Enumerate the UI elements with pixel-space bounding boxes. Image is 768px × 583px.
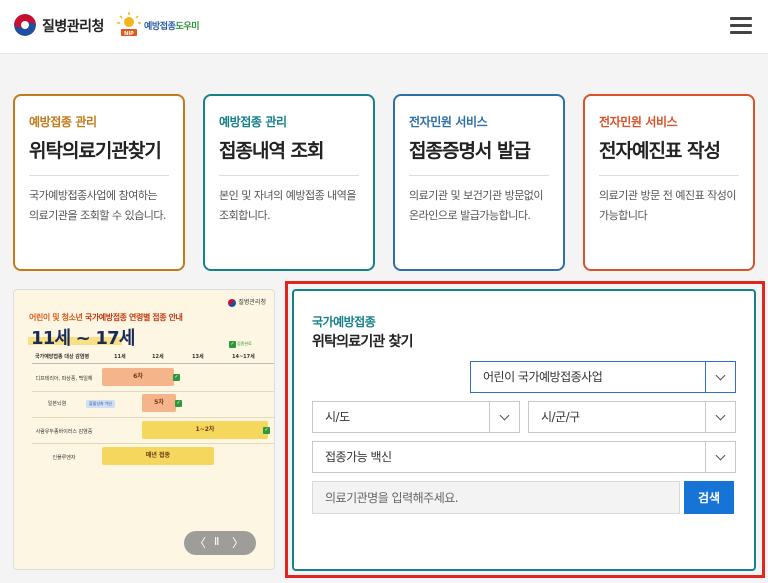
kdca-name[interactable]: 질병관리청 [42,16,104,36]
banner-subtitle-b: 국가예방접종 연령별 접종 안내 [84,313,183,322]
card-category: 예방접종 관리 [29,115,97,129]
card-category: 전자민원 서비스 [409,115,488,129]
header-disease: 국가예방접종 대상 감염병 [35,354,90,360]
card-title: 접종내역 조회 [219,140,325,162]
site-header: 질병관리청 NIP 예방접종도우미 [0,0,768,54]
header-age: 11세 [114,354,126,360]
header-age: 13세 [192,354,204,360]
banner-subtitle-a: 어린이 및 청소년 [29,313,85,322]
kdca-logo-icon[interactable] [14,14,36,36]
card-divider [599,175,739,176]
header-age: 14~17세 [232,354,255,360]
pause-icon[interactable]: Ⅱ [214,535,219,548]
hospital-name-input[interactable] [312,481,680,514]
chevron-down-icon [705,442,735,472]
card-description: 의료기관 및 보건기관 방문없이 온라인으로 발급가능합니다. [409,189,544,222]
card-title: 전자예진표 작성 [599,140,721,162]
prev-slide-icon[interactable]: 〈 [194,534,206,551]
vaccine-type-tag: 불활성화 백신 [86,400,116,408]
card-category: 예방접종 관리 [219,115,287,129]
row-divider [32,417,274,418]
card-divider [29,175,169,176]
banner-kdca-logo: 질병관리청 [228,297,266,307]
row-disease-label: 일본뇌염 [47,401,67,407]
card-title: 접종증명서 발급 [409,140,531,162]
program-select[interactable]: 어린이 국가예방접종사업 [470,361,736,393]
sido-select[interactable]: 시/도 [312,401,520,433]
banner-logo-text: 질병관리청 [238,299,266,306]
banner-subtitle: 어린이 및 청소년 국가예방접종 연령별 접종 안내 [29,312,183,323]
chevron-down-icon [705,362,735,392]
schedule-bar: 5차 [142,394,176,412]
vaccine-select-value: 접종가능 백신 [325,450,392,464]
schedule-table-header: 국가예방접종 대상 감염병 11세 12세 13세 14~17세 [32,352,274,364]
row-disease-label: 사람유두종바이러스 감염증 [35,429,93,435]
card-hospital-search[interactable]: 예방접종 관리 위탁의료기관찾기 국가예방접종사업에 참여하는 의료기관을 조회… [13,94,185,271]
nip-logo-icon[interactable]: NIP [117,12,141,38]
carousel-controls: 〈 Ⅱ 〉 [184,531,256,555]
sigungu-select[interactable]: 시/군/구 [528,401,736,433]
program-select-value: 어린이 국가예방접종사업 [483,370,603,384]
search-button[interactable]: 검색 [684,481,734,514]
check-icon: ✓ [263,427,270,434]
banner-legend-text: 접종완료 [237,341,252,346]
card-divider [409,175,549,176]
kdca-logo-icon [228,298,237,307]
sido-select-value: 시/도 [325,410,350,424]
check-icon: ✓ [229,341,236,348]
chevron-down-icon [705,402,735,432]
row-disease-label: 디프테리아, 파상풍, 백일해 [35,376,93,382]
check-icon: ✓ [175,400,182,407]
card-divider [219,175,359,176]
header-age: 12세 [152,354,164,360]
svg-text:NIP: NIP [124,31,134,37]
row-divider [32,443,274,444]
row-divider [32,391,274,392]
schedule-bar: 매년 접종 [102,447,214,465]
schedule-bar: 1~2차 [142,421,268,439]
banner-title: 11세 ~ 17세 [31,328,135,349]
schedule-bar: 6차 [102,368,174,386]
card-title: 위탁의료기관찾기 [29,140,162,162]
banner-legend: ✓ 접종완료 [229,341,252,348]
nip-name[interactable]: 예방접종도우미 [144,19,200,32]
card-e-questionnaire[interactable]: 전자민원 서비스 전자예진표 작성 의료기관 방문 전 예진표 작성이 가능합니… [583,94,755,271]
card-description: 국가예방접종사업에 참여하는 의료기관을 조회할 수 있습니다. [29,189,167,222]
hamburger-menu-icon[interactable] [730,17,752,35]
vaccination-schedule-banner[interactable]: 질병관리청 어린이 및 청소년 국가예방접종 연령별 접종 안내 11세 ~ 1… [13,289,275,570]
nip-name-main: 예방접종 [144,22,176,32]
hospital-search-panel: 국가예방접종 위탁의료기관 찾기 어린이 국가예방접종사업 시/도 시/군/구 … [292,289,756,571]
sigungu-select-value: 시/군/구 [541,410,580,424]
vaccine-select[interactable]: 접종가능 백신 [312,441,736,473]
card-description: 의료기관 방문 전 예진표 작성이 가능합니다 [599,189,737,222]
panel-category: 국가예방접종 [312,315,376,329]
card-vaccination-history[interactable]: 예방접종 관리 접종내역 조회 본인 및 자녀의 예방접종 내역을 조회합니다. [203,94,375,271]
card-category: 전자민원 서비스 [599,115,678,129]
card-certificate-issue[interactable]: 전자민원 서비스 접종증명서 발급 의료기관 및 보건기관 방문없이 온라인으로… [393,94,565,271]
panel-title: 위탁의료기관 찾기 [312,334,414,350]
row-disease-label: 인플루엔자 [52,455,76,461]
card-description: 본인 및 자녀의 예방접종 내역을 조회합니다. [219,189,357,222]
check-icon: ✓ [173,374,180,381]
chevron-down-icon [489,402,519,432]
next-slide-icon[interactable]: 〉 [232,534,244,551]
nip-name-accent: 도우미 [175,22,200,32]
